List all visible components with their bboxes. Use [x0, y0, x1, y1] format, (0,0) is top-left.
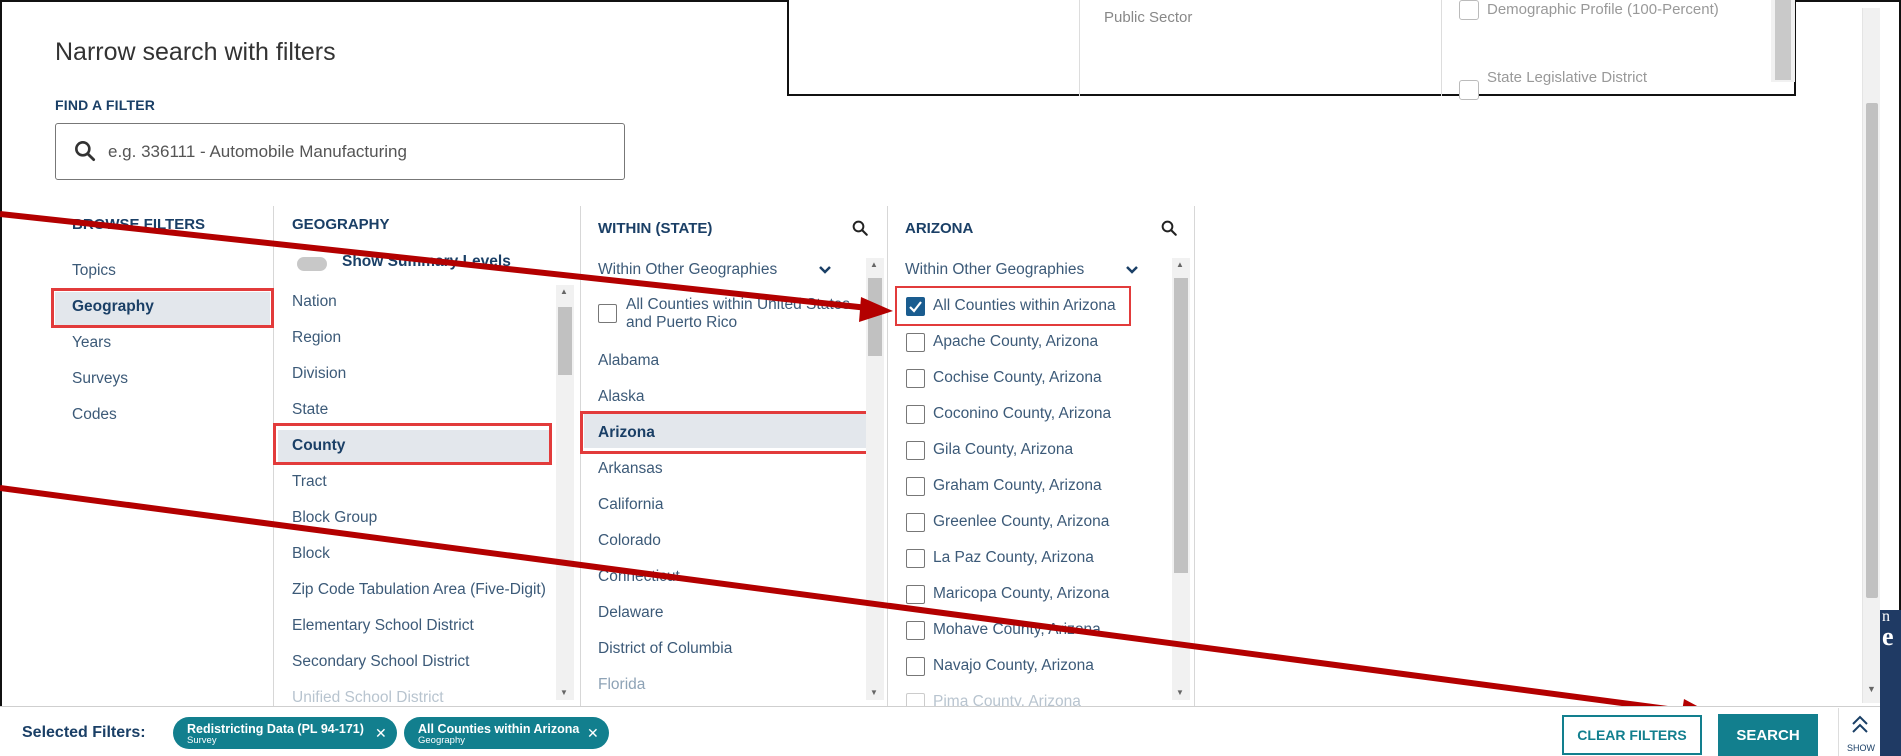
clear-filters-button[interactable]: CLEAR FILTERS	[1562, 715, 1702, 755]
close-icon[interactable]: ✕	[375, 725, 387, 742]
chip-subtitle: Survey	[187, 735, 217, 746]
chip-title: All Counties within Arizona	[418, 722, 580, 736]
filter-chip-geography[interactable]: All Counties within Arizona Geography ✕	[404, 717, 609, 749]
show-label: SHOW	[1847, 743, 1875, 753]
chip-title: Redistricting Data (PL 94-171)	[187, 722, 364, 736]
double-chevron-up-icon	[1852, 715, 1868, 733]
selected-filters-label: Selected Filters:	[22, 724, 146, 741]
annotation-arrow-line	[0, 485, 1691, 715]
show-button[interactable]: SHOW	[1838, 708, 1880, 756]
chip-subtitle: Geography	[418, 735, 466, 746]
annotation-arrows	[0, 211, 1714, 724]
annotation-arrowhead	[859, 297, 893, 322]
close-icon[interactable]: ✕	[587, 725, 599, 742]
annotation-arrow-line	[0, 211, 869, 311]
search-button[interactable]: SEARCH	[1718, 714, 1818, 756]
filter-chip-survey[interactable]: Redistricting Data (PL 94-171) Survey ✕	[173, 717, 397, 749]
